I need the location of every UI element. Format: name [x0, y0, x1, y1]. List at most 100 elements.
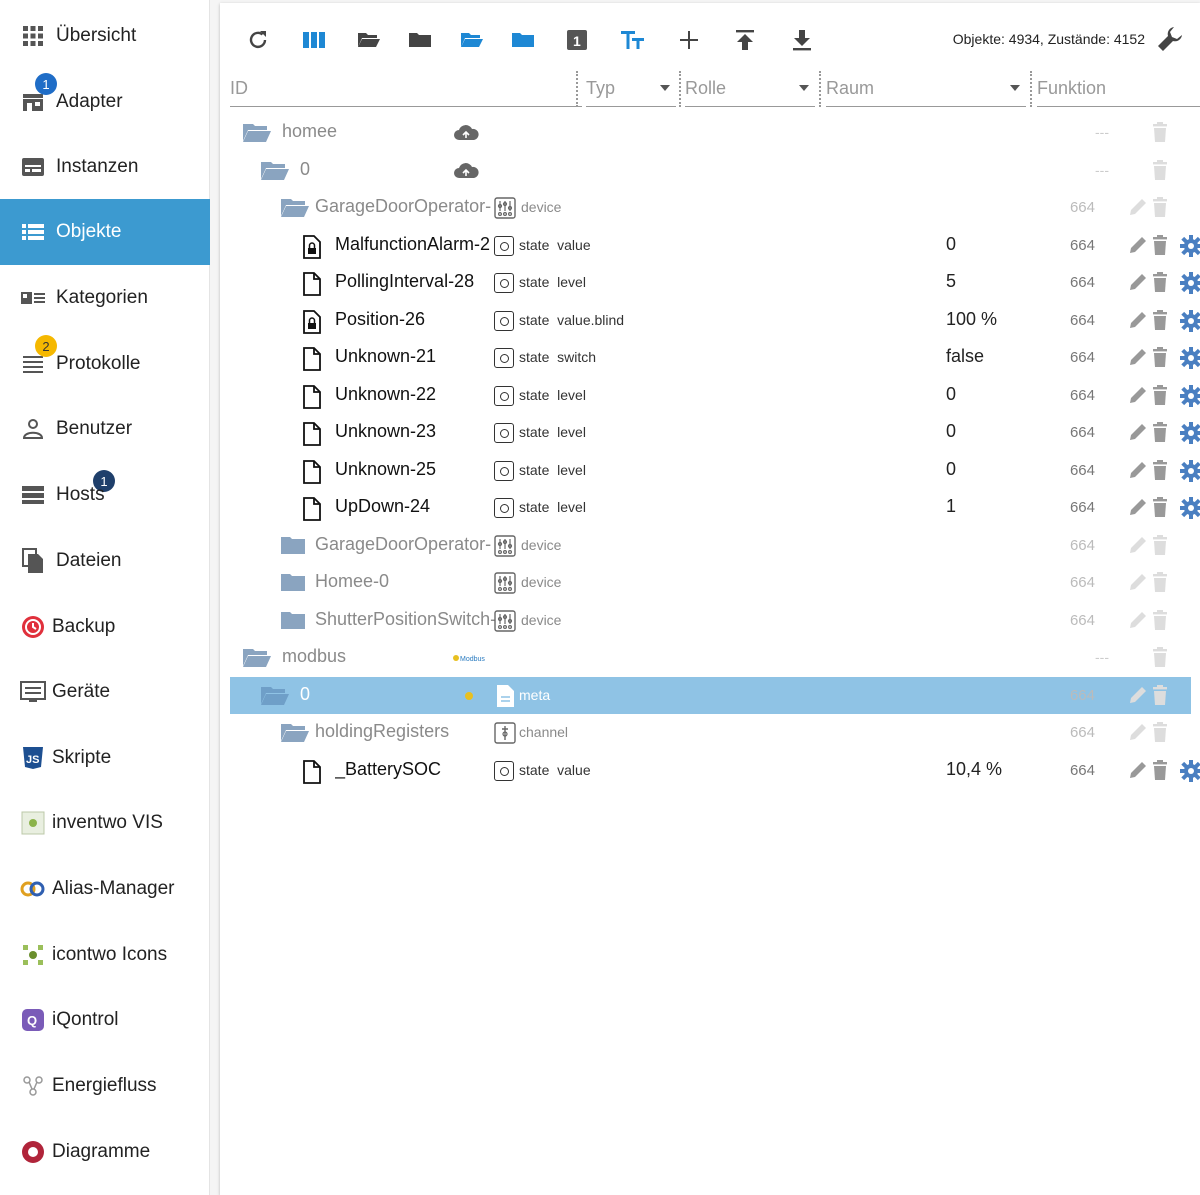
object-value[interactable]: 10,4 % [946, 759, 1002, 780]
acl-value[interactable]: --- [1095, 124, 1109, 140]
sidebar-item-dateien[interactable]: Dateien [0, 528, 210, 594]
tree-row[interactable]: holdingRegisters channel 664 [230, 714, 1191, 752]
folder-open-icon[interactable] [242, 122, 271, 144]
object-value[interactable]: 0 [946, 459, 956, 480]
edit-icon[interactable] [1127, 421, 1151, 445]
tree-row[interactable]: modbus Modbus --- [230, 639, 1191, 677]
sidebar-item-geraete[interactable]: Geräte [0, 659, 210, 725]
tree-row[interactable]: Unknown-25 state level 0 664 [230, 452, 1200, 490]
sidebar-item-adapter[interactable]: 1 Adapter [0, 69, 210, 135]
folder-open-icon[interactable] [242, 647, 271, 669]
acl-value[interactable]: 664 [1070, 387, 1095, 404]
edit-icon[interactable] [1127, 534, 1151, 558]
delete-icon[interactable] [1150, 421, 1174, 445]
sidebar-item-benutzer[interactable]: Benutzer [0, 396, 210, 462]
gear-icon[interactable] [1179, 421, 1200, 445]
edit-icon[interactable] [1127, 271, 1151, 295]
delete-icon[interactable] [1150, 159, 1174, 183]
typ-filter[interactable]: Typ [586, 71, 676, 107]
gear-icon[interactable] [1179, 459, 1200, 483]
edit-icon[interactable] [1127, 309, 1151, 333]
folder-icon[interactable] [280, 610, 306, 632]
sidebar-item-kategorien[interactable]: Kategorien [0, 265, 210, 331]
acl-value[interactable]: 664 [1070, 724, 1095, 741]
tree-row[interactable]: MalfunctionAlarm-2 state value 0 664 [230, 227, 1200, 265]
edit-icon[interactable] [1127, 571, 1151, 595]
edit-icon[interactable] [1127, 459, 1151, 483]
sidebar-item-alias-manager[interactable]: Alias-Manager [0, 856, 210, 922]
tree-row[interactable]: GarageDoorOperator-device 664 [230, 527, 1191, 565]
folder-open-icon[interactable] [356, 27, 382, 53]
delete-icon[interactable] [1150, 346, 1174, 370]
gear-icon[interactable] [1179, 271, 1200, 295]
folder-open-icon[interactable] [260, 685, 289, 707]
id-filter[interactable]: ID [230, 71, 582, 107]
gear-icon[interactable] [1179, 759, 1200, 783]
tree-row[interactable]: Homee-0 device 664 [230, 564, 1191, 602]
acl-value[interactable]: 664 [1070, 199, 1095, 216]
refresh-icon[interactable] [245, 27, 271, 53]
acl-value[interactable]: 664 [1070, 424, 1095, 441]
acl-value[interactable]: 664 [1070, 349, 1095, 366]
tree-row[interactable]: 0 --- [230, 152, 1191, 190]
tree-row[interactable]: ShutterPositionSwitch-device 664 [230, 602, 1191, 640]
acl-value[interactable]: 664 [1070, 612, 1095, 629]
delete-icon[interactable] [1150, 721, 1174, 745]
delete-icon[interactable] [1150, 496, 1174, 520]
delete-icon[interactable] [1150, 459, 1174, 483]
tree-row[interactable]: _BatterySOC state value 10,4 % 664 [230, 752, 1200, 790]
gear-icon[interactable] [1179, 384, 1200, 408]
column-resize-handle[interactable] [576, 71, 578, 107]
rolle-filter[interactable]: Rolle [685, 71, 815, 107]
acl-value[interactable]: 664 [1070, 499, 1095, 516]
gear-icon[interactable] [1179, 346, 1200, 370]
acl-value[interactable]: 664 [1070, 274, 1095, 291]
text-size-icon[interactable] [620, 27, 646, 53]
sidebar-item-iqontrol[interactable]: Q iQontrol [0, 987, 210, 1053]
sidebar-item-icontwo-icons[interactable]: icontwo Icons [0, 922, 210, 988]
gear-icon[interactable] [1179, 234, 1200, 258]
acl-value[interactable]: --- [1095, 649, 1109, 665]
gear-icon[interactable] [1179, 496, 1200, 520]
tree-row[interactable]: GarageDoorOperator-device 664 [230, 189, 1191, 227]
acl-value[interactable]: 664 [1070, 237, 1095, 254]
acl-value[interactable]: 664 [1070, 687, 1095, 704]
tree-row[interactable]: Unknown-22 state level 0 664 [230, 377, 1200, 415]
object-value[interactable]: 0 [946, 421, 956, 442]
sidebar-item-protokolle[interactable]: 2 Protokolle [0, 331, 210, 397]
edit-icon[interactable] [1127, 721, 1151, 745]
folder-open-blue-icon[interactable] [459, 27, 485, 53]
column-resize-handle[interactable] [1030, 71, 1032, 107]
sidebar-item-instanzen[interactable]: Instanzen [0, 134, 210, 200]
sidebar-item-diagramme[interactable]: Diagramme [0, 1119, 210, 1185]
folder-open-icon[interactable] [260, 160, 289, 182]
object-value[interactable]: 1 [946, 496, 956, 517]
edit-icon[interactable] [1127, 609, 1151, 633]
tree-row[interactable]: Position-26 state value.blind 100 % 664 [230, 302, 1200, 340]
edit-icon[interactable] [1127, 684, 1151, 708]
sidebar-item-inventwo-vis[interactable]: inventwo VIS [0, 790, 210, 856]
sidebar-item-objekte[interactable]: Objekte [0, 199, 210, 265]
acl-value[interactable]: 664 [1070, 762, 1095, 779]
add-icon[interactable] [676, 27, 702, 53]
column-resize-handle[interactable] [679, 71, 681, 107]
tree-row[interactable]: homee --- [230, 114, 1191, 152]
delete-icon[interactable] [1150, 121, 1174, 145]
delete-icon[interactable] [1150, 609, 1174, 633]
sidebar-item-hosts[interactable]: 1 Hosts [0, 462, 210, 528]
download-icon[interactable] [789, 27, 815, 53]
folder-icon[interactable] [280, 535, 306, 557]
edit-icon[interactable] [1127, 234, 1151, 258]
delete-icon[interactable] [1150, 646, 1174, 670]
column-resize-handle[interactable] [819, 71, 821, 107]
raum-filter[interactable]: Raum [826, 71, 1026, 107]
edit-icon[interactable] [1127, 384, 1151, 408]
object-value[interactable]: 0 [946, 384, 956, 405]
tree-row[interactable]: Unknown-23 state level 0 664 [230, 414, 1200, 452]
delete-icon[interactable] [1150, 384, 1174, 408]
sidebar-item-energiefluss[interactable]: Energiefluss [0, 1053, 210, 1119]
tree-row[interactable]: UpDown-24 state level 1 664 [230, 489, 1200, 527]
folder-icon[interactable] [280, 572, 306, 594]
delete-icon[interactable] [1150, 684, 1174, 708]
delete-icon[interactable] [1150, 534, 1174, 558]
